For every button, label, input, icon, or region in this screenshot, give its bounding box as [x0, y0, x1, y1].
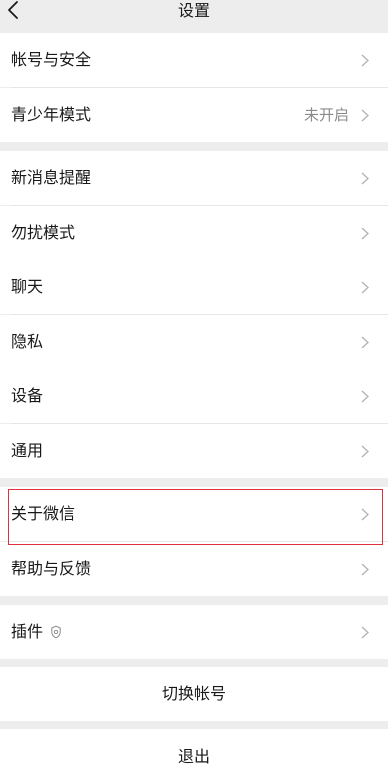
settings-item-label: 插件: [11, 622, 44, 641]
settings-item-devices[interactable]: 设备: [0, 369, 388, 423]
settings-item-label: 帮助与反馈: [11, 559, 92, 578]
settings-item-label: 聊天: [11, 277, 44, 296]
settings-item-label: 勿扰模式: [11, 223, 76, 242]
settings-item-label: 新消息提醒: [11, 168, 92, 187]
plugin-icon: [51, 625, 61, 639]
settings-item-about-wechat[interactable]: 关于微信: [0, 487, 388, 541]
settings-item-label: 青少年模式: [11, 105, 92, 124]
settings-item-label: 关于微信: [11, 504, 76, 523]
settings-item-help-feedback[interactable]: 帮助与反馈: [0, 542, 388, 596]
settings-item-privacy[interactable]: 隐私: [0, 315, 388, 369]
teen-mode-status: 未开启: [303, 106, 349, 124]
page-title: 设置: [177, 1, 210, 20]
settings-item-chat[interactable]: 聊天: [0, 260, 388, 314]
chevron-right-icon: [361, 508, 369, 521]
logout-button[interactable]: 退出: [0, 729, 388, 784]
chevron-right-icon: [361, 563, 369, 576]
switch-account-button[interactable]: 切换帐号: [0, 667, 388, 721]
settings-item-notifications[interactable]: 新消息提醒: [0, 151, 388, 205]
chevron-right-icon: [361, 227, 369, 240]
chevron-right-icon: [361, 445, 369, 458]
chevron-right-icon: [361, 109, 369, 122]
chevron-right-icon: [361, 336, 369, 349]
settings-item-label: 设备: [11, 386, 44, 405]
settings-item-general[interactable]: 通用: [0, 424, 388, 478]
settings-item-label: 帐号与安全: [11, 50, 92, 69]
nav-bar: 设置: [0, 0, 388, 27]
settings-item-do-not-disturb[interactable]: 勿扰模式: [0, 206, 388, 260]
chevron-right-icon: [361, 281, 369, 294]
chevron-right-icon: [361, 626, 369, 639]
settings-item-plugins[interactable]: 插件: [0, 605, 388, 659]
settings-item-label: 通用: [11, 441, 44, 460]
settings-item-teen-mode[interactable]: 青少年模式 未开启: [0, 88, 388, 142]
chevron-right-icon: [361, 172, 369, 185]
chevron-right-icon: [361, 54, 369, 67]
settings-item-account-security[interactable]: 帐号与安全: [0, 33, 388, 87]
chevron-right-icon: [361, 390, 369, 403]
settings-item-label: 隐私: [11, 332, 44, 351]
